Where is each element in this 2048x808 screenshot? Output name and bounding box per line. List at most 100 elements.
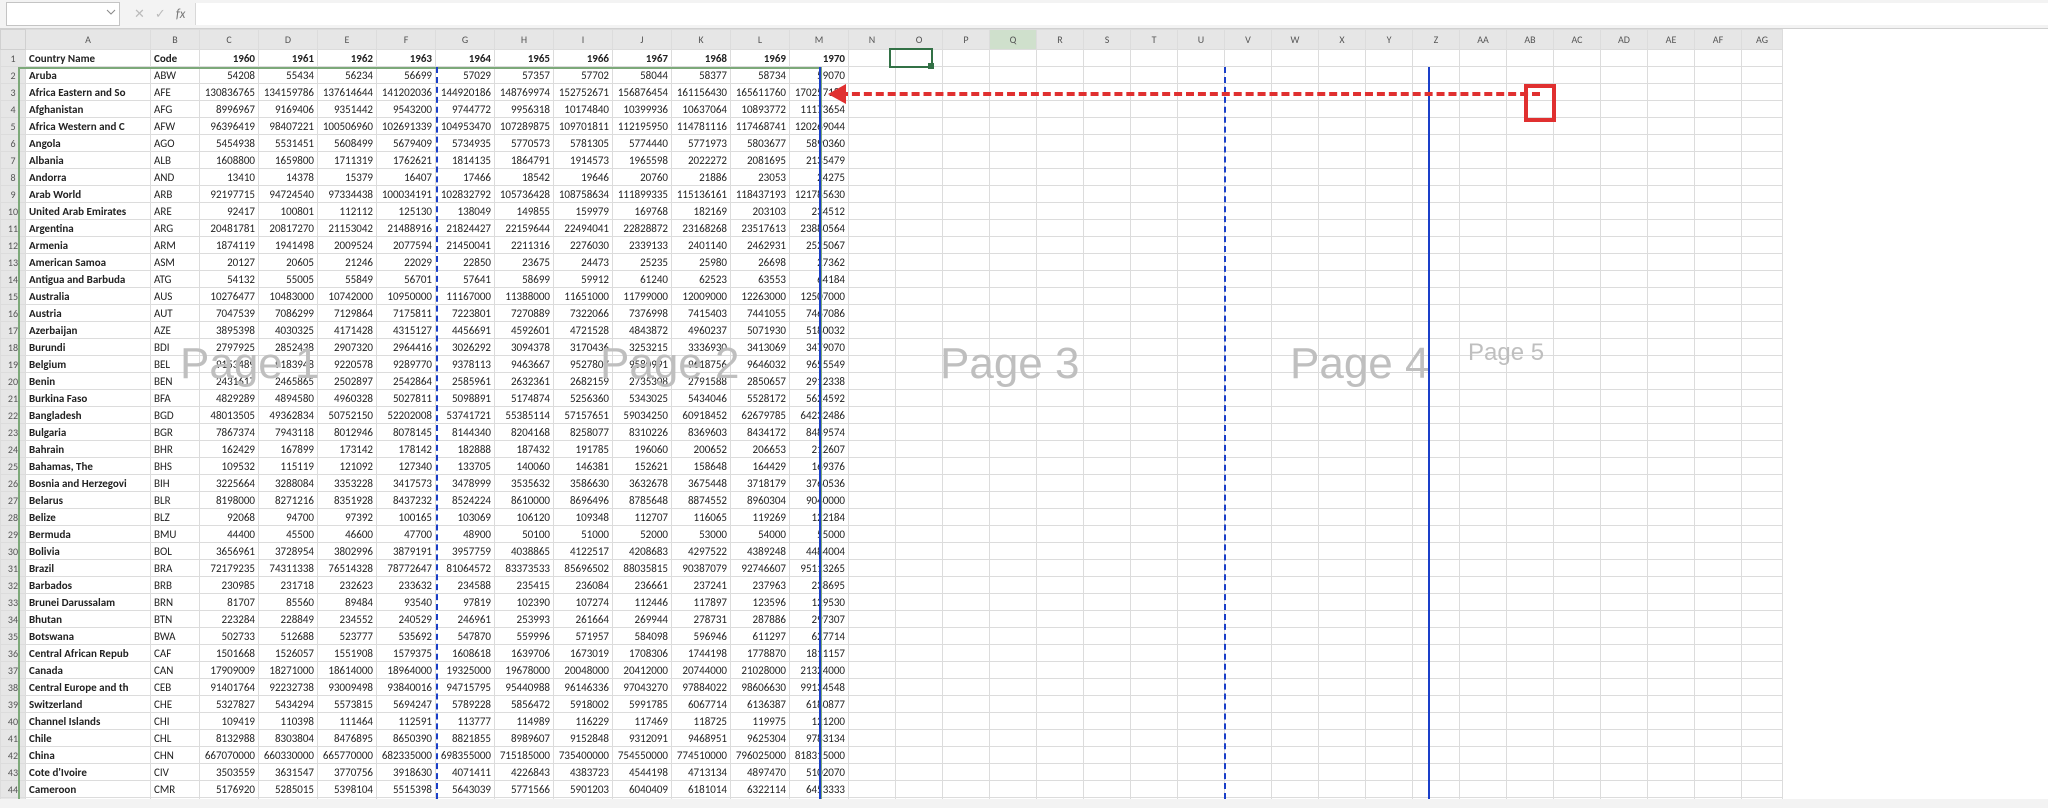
cell[interactable]: 9580991	[613, 356, 672, 373]
cell[interactable]: 236084	[554, 577, 613, 594]
cell[interactable]	[943, 628, 990, 645]
cell[interactable]: 109419	[200, 713, 259, 730]
cell[interactable]	[1742, 390, 1783, 407]
cell[interactable]	[849, 152, 896, 169]
cell[interactable]	[896, 356, 943, 373]
cell[interactable]	[990, 696, 1037, 713]
cell[interactable]	[1084, 577, 1131, 594]
cell[interactable]: 167899	[259, 441, 318, 458]
cell[interactable]: 102832792	[436, 186, 495, 203]
cell[interactable]	[1319, 50, 1366, 67]
cell[interactable]	[1131, 730, 1178, 747]
cell[interactable]	[1601, 509, 1648, 526]
cell[interactable]: 3225664	[200, 475, 259, 492]
cell[interactable]	[1648, 305, 1695, 322]
cell[interactable]	[1366, 305, 1413, 322]
cell[interactable]: 535692	[377, 628, 436, 645]
cell[interactable]	[1554, 424, 1601, 441]
cell[interactable]	[1366, 220, 1413, 237]
cell[interactable]	[1413, 50, 1460, 67]
cell[interactable]	[1366, 203, 1413, 220]
cell[interactable]	[1695, 203, 1742, 220]
cell[interactable]	[1554, 645, 1601, 662]
cell[interactable]: 187432	[495, 441, 554, 458]
cell[interactable]: 115136161	[672, 186, 731, 203]
cell[interactable]: 54000	[731, 526, 790, 543]
cell[interactable]	[1413, 356, 1460, 373]
cell[interactable]	[943, 713, 990, 730]
cell[interactable]	[1319, 237, 1366, 254]
cell[interactable]: 5343025	[613, 390, 672, 407]
cell[interactable]	[1225, 101, 1272, 118]
cell[interactable]: Belize	[26, 509, 151, 526]
cell[interactable]: 191785	[554, 441, 613, 458]
cell[interactable]	[1413, 101, 1460, 118]
cell[interactable]	[1507, 305, 1554, 322]
cell[interactable]	[1131, 747, 1178, 764]
cell[interactable]	[1695, 390, 1742, 407]
cell[interactable]: 5528172	[731, 390, 790, 407]
cell[interactable]	[1366, 492, 1413, 509]
cell[interactable]	[1084, 118, 1131, 135]
cell[interactable]	[1225, 424, 1272, 441]
cell[interactable]: 4208683	[613, 543, 672, 560]
cell[interactable]	[1695, 288, 1742, 305]
cell[interactable]: Bermuda	[26, 526, 151, 543]
cell[interactable]: 9351442	[318, 101, 377, 118]
cell[interactable]: 14378	[259, 169, 318, 186]
cell[interactable]: 165611760	[731, 84, 790, 101]
cell[interactable]: 103069	[436, 509, 495, 526]
cell[interactable]: 3288084	[259, 475, 318, 492]
cell[interactable]	[1319, 662, 1366, 679]
cell[interactable]: 5071930	[731, 322, 790, 339]
cell[interactable]	[1554, 509, 1601, 526]
cell[interactable]: 8650390	[377, 730, 436, 747]
cell[interactable]: Argentina	[26, 220, 151, 237]
cell[interactable]: 5608499	[318, 135, 377, 152]
cell[interactable]	[1601, 781, 1648, 798]
cell[interactable]	[1648, 67, 1695, 84]
cell[interactable]	[1554, 135, 1601, 152]
cell[interactable]: 5434046	[672, 390, 731, 407]
cell[interactable]	[1225, 628, 1272, 645]
cell[interactable]	[1742, 237, 1783, 254]
row-header-36[interactable]: 36	[1, 645, 26, 662]
cell[interactable]: 107274	[554, 594, 613, 611]
row-header-15[interactable]: 15	[1, 288, 26, 305]
cell[interactable]	[1413, 662, 1460, 679]
cell[interactable]: Austria	[26, 305, 151, 322]
cell[interactable]: 5285015	[259, 781, 318, 798]
cell[interactable]: 5803677	[731, 135, 790, 152]
cell[interactable]: 59034250	[613, 407, 672, 424]
cell[interactable]	[943, 458, 990, 475]
cell[interactable]: 16909030	[436, 798, 495, 800]
cell[interactable]	[1131, 288, 1178, 305]
cell[interactable]	[1272, 220, 1319, 237]
cell[interactable]: 8960304	[731, 492, 790, 509]
cell[interactable]	[1413, 169, 1460, 186]
cell[interactable]: 20127	[200, 254, 259, 271]
cell[interactable]	[1131, 696, 1178, 713]
cell[interactable]	[1742, 798, 1783, 800]
cell[interactable]: 96146336	[554, 679, 613, 696]
cell[interactable]	[1507, 662, 1554, 679]
cell[interactable]	[1601, 492, 1648, 509]
cell[interactable]: 19325000	[436, 662, 495, 679]
cell[interactable]: 7943118	[259, 424, 318, 441]
cell[interactable]: Albania	[26, 152, 151, 169]
cell[interactable]: 2502897	[318, 373, 377, 390]
cell[interactable]	[1742, 50, 1783, 67]
cell[interactable]: CAN	[151, 662, 200, 679]
cell[interactable]	[1413, 611, 1460, 628]
cell[interactable]	[1460, 135, 1507, 152]
cell[interactable]	[1366, 152, 1413, 169]
cell[interactable]: 62523	[672, 271, 731, 288]
cell[interactable]	[1272, 288, 1319, 305]
column-header-N[interactable]: N	[849, 30, 896, 50]
cell[interactable]: 22159644	[495, 220, 554, 237]
cell[interactable]: 8785648	[613, 492, 672, 509]
cell[interactable]: 234588	[436, 577, 495, 594]
cell[interactable]	[849, 679, 896, 696]
cell[interactable]	[1272, 798, 1319, 800]
cell[interactable]: 236661	[613, 577, 672, 594]
